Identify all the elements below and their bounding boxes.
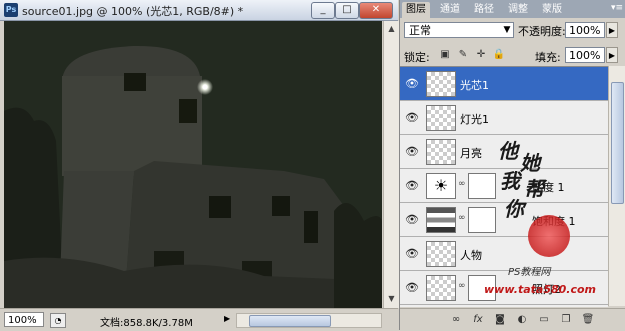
fill-input[interactable]: 100% (565, 47, 605, 63)
chevron-down-icon[interactable]: ▼ (500, 22, 514, 38)
layers-scroll-thumb[interactable] (611, 82, 624, 204)
lock-all-icon[interactable]: 🔒 (492, 48, 506, 62)
document-size-info: 文档:858.8K/3.78M (100, 318, 193, 329)
brightness-icon: ☀ (426, 173, 456, 199)
eye-icon[interactable]: 👁 (404, 179, 420, 193)
eye-icon[interactable]: 👁 (404, 247, 420, 261)
layer-row[interactable]: 👁 人物 (400, 237, 608, 271)
opacity-slider-icon[interactable]: ▶ (606, 22, 618, 38)
layer-thumbnail (426, 105, 456, 131)
layer-row[interactable]: 👁 灯光1 (400, 101, 608, 135)
add-mask-icon[interactable]: ◙ (492, 313, 508, 327)
group-icon[interactable]: ▭ (536, 313, 552, 327)
adjustment-icon[interactable]: ◐ (514, 313, 530, 327)
maximize-button[interactable]: □ (335, 2, 359, 19)
castle-image (4, 21, 382, 308)
vertical-scrollbar[interactable]: ▲ ▼ (383, 21, 399, 308)
panel-menu-icon[interactable]: ▾≡ (611, 3, 623, 13)
trash-icon[interactable]: 🗑 (580, 313, 596, 327)
fill-label: 填充: (535, 51, 561, 64)
image-canvas[interactable] (4, 21, 382, 308)
tab-layers[interactable]: 图层 (402, 2, 430, 18)
scroll-up-icon[interactable]: ▲ (385, 22, 398, 36)
link-icon: ∞ (458, 281, 466, 291)
minimize-button[interactable]: _ (311, 2, 335, 19)
link-icon: ∞ (458, 213, 466, 223)
tab-channels[interactable]: 通道 (436, 2, 464, 18)
layer-mask-thumbnail[interactable] (468, 173, 496, 199)
layer-thumbnail (426, 71, 456, 97)
opacity-label: 不透明度: (518, 25, 566, 38)
layer-thumbnail (426, 241, 456, 267)
panel-tabs: 图层 通道 路径 调整 蒙版 ▾≡ (400, 0, 625, 18)
layer-name: 月亮 (460, 147, 482, 160)
new-layer-icon[interactable]: ❐ (558, 313, 574, 327)
layer-row[interactable]: 👁 月亮 (400, 135, 608, 169)
layer-row[interactable]: 👁 ∞ 照灯2 (400, 271, 608, 305)
tab-masks[interactable]: 蒙版 (538, 2, 566, 18)
layer-name: 人物 (460, 249, 482, 262)
lock-brush-icon[interactable]: ✎ (456, 48, 470, 62)
tab-adjustments[interactable]: 调整 (504, 2, 532, 18)
status-arrow-icon[interactable]: ▶ (224, 314, 230, 323)
layers-panel: 图层 通道 路径 调整 蒙版 ▾≡ 正常 ▼ 不透明度: 100% ▶ 锁定: … (399, 0, 625, 331)
scroll-down-icon[interactable]: ▼ (385, 292, 398, 306)
zoom-field[interactable]: 100% (4, 312, 44, 327)
layer-row[interactable]: 👁 光芯1 (400, 67, 608, 101)
horizontal-scrollbar[interactable] (236, 313, 382, 328)
layers-list: 👁 光芯1 👁 灯光1 👁 月亮 👁 ☀ ∞ 比度 1 👁 ∞ 饱和度 1 👁 … (400, 66, 608, 307)
eye-icon[interactable]: 👁 (404, 213, 420, 227)
close-button[interactable]: ✕ (359, 2, 393, 19)
status-menu-icon[interactable]: ◔ (50, 313, 66, 328)
layer-thumbnail (426, 139, 456, 165)
layer-name: 照灯2 (532, 283, 561, 296)
photoshop-icon: Ps (4, 3, 18, 17)
layer-name: 灯光1 (460, 113, 489, 126)
eye-icon[interactable]: 👁 (404, 77, 420, 91)
layer-row[interactable]: 👁 (400, 305, 608, 307)
lock-move-icon[interactable]: ✛ (474, 48, 488, 62)
fill-slider-icon[interactable]: ▶ (606, 47, 618, 63)
horizontal-scroll-thumb[interactable] (249, 315, 331, 327)
blend-mode-select[interactable]: 正常 (404, 22, 514, 38)
fx-icon[interactable]: fx (470, 313, 486, 327)
lock-label: 锁定: (404, 51, 430, 64)
layers-bottom-bar: ∞ fx ◙ ◐ ▭ ❐ 🗑 (400, 308, 625, 331)
document-title-bar[interactable]: Ps source01.jpg @ 100% (光芯1, RGB/8#) * _… (0, 0, 398, 21)
link-icon: ∞ (458, 179, 466, 189)
link-icon[interactable]: ∞ (448, 313, 464, 327)
tab-paths[interactable]: 路径 (470, 2, 498, 18)
layer-row[interactable]: 👁 ☀ ∞ 比度 1 (400, 169, 608, 203)
layer-name: 饱和度 1 (532, 215, 576, 228)
layer-name: 光芯1 (460, 79, 489, 92)
status-bar: 100% ◔ 文档:858.8K/3.78M ▶ (0, 308, 398, 331)
eye-icon[interactable]: 👁 (404, 111, 420, 125)
lock-transparency-icon[interactable]: ▣ (438, 48, 452, 62)
layer-row[interactable]: 👁 ∞ 饱和度 1 (400, 203, 608, 237)
opacity-input[interactable]: 100% (565, 22, 605, 38)
eye-icon[interactable]: 👁 (404, 145, 420, 159)
hue-saturation-icon (426, 207, 456, 233)
eye-icon[interactable]: 👁 (404, 281, 420, 295)
layer-name: 比度 1 (532, 181, 565, 194)
document-title: source01.jpg @ 100% (光芯1, RGB/8#) * (22, 5, 244, 18)
layer-mask-thumbnail[interactable] (468, 275, 496, 301)
document-window: Ps source01.jpg @ 100% (光芯1, RGB/8#) * _… (0, 0, 399, 331)
layer-mask-thumbnail[interactable] (468, 207, 496, 233)
layers-scrollbar[interactable] (608, 66, 625, 306)
layer-thumbnail (426, 275, 456, 301)
